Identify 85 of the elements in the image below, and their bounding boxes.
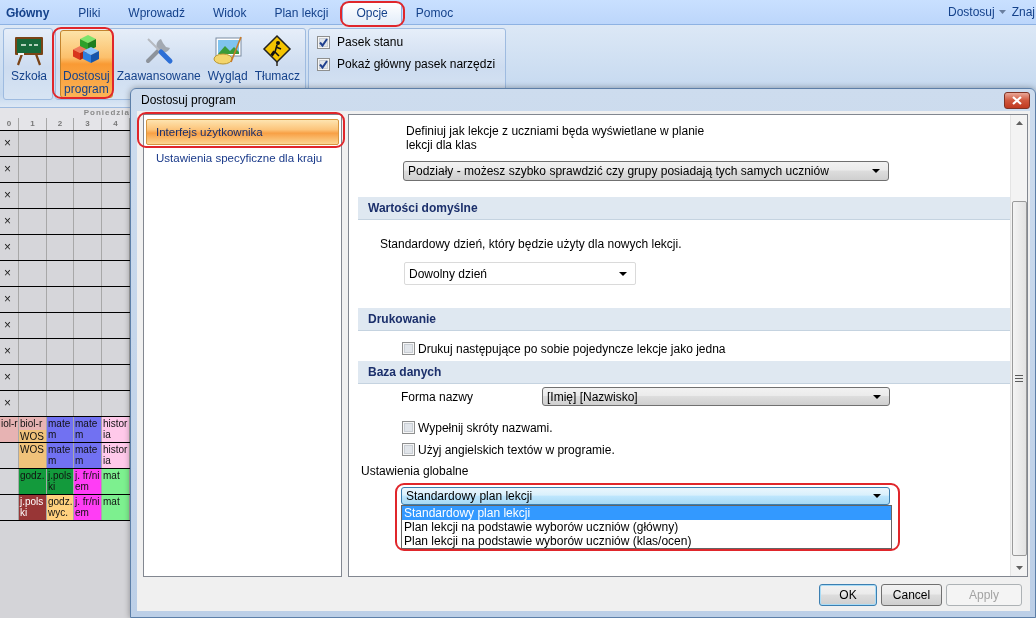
lesson-card[interactable]: j. fr/niem: [74, 495, 101, 520]
lesson-card[interactable]: j. fr/niem: [74, 469, 101, 494]
checkbox[interactable]: [317, 35, 331, 49]
ribbon-button[interactable]: Dostosuj program: [60, 30, 113, 98]
ribbon-tab[interactable]: Pomoc: [401, 2, 468, 24]
section-header: Baza danych: [358, 361, 1010, 384]
dropdown-option[interactable]: Plan lekcji na podstawie wyborów uczniów (klas/ocen): [402, 534, 891, 548]
lesson-card[interactable]: WOS: [19, 443, 46, 468]
close-icon: [1012, 95, 1022, 105]
column-header: 0: [0, 118, 19, 130]
cell-mark: ×: [3, 213, 12, 230]
lesson-card[interactable]: iol-r: [0, 417, 18, 442]
lesson-card[interactable]: historia: [102, 443, 129, 468]
cell-mark: ×: [3, 135, 12, 152]
column-header: 1: [19, 118, 47, 130]
cell-mark: ×: [3, 265, 12, 282]
cell-mark: ×: [3, 395, 12, 412]
customize-menu[interactable]: Dostosuj: [946, 5, 1007, 19]
section-header: Drukowanie: [358, 308, 1010, 331]
ribbon-button[interactable]: Szkoła: [8, 30, 51, 98]
lesson-card[interactable]: matem: [47, 443, 73, 468]
caret-icon: [873, 494, 881, 498]
cell-mark: ×: [3, 161, 12, 178]
dialog-title: Dostosuj program: [141, 93, 236, 107]
ribbon-tab[interactable]: Opcje: [342, 2, 402, 25]
ribbon-button[interactable]: Tłumacz: [251, 30, 304, 98]
description-text: Definiuj jak lekcje z uczniami będa wyświetlane w planie lekcji dla klas: [406, 124, 706, 152]
lesson-card[interactable]: matem: [74, 443, 101, 468]
day-header: Poniedzia: [0, 108, 130, 118]
lesson-card[interactable]: godz.: [19, 469, 46, 494]
nav-item[interactable]: Ustawienia specyficzne dla kraju: [146, 145, 339, 171]
checkbox-label: Pokaż główny pasek narzędzi: [337, 57, 496, 71]
cell-mark: ×: [3, 187, 12, 204]
scroll-thumb[interactable]: [1011, 201, 1027, 556]
checkbox[interactable]: [402, 342, 415, 355]
section-header: Wartości domyślne: [358, 197, 1010, 220]
lesson-card[interactable]: mat: [102, 469, 129, 494]
dialog-button[interactable]: Cancel: [881, 584, 942, 606]
warning-sign-icon: [261, 34, 294, 66]
column-header: 2: [47, 118, 74, 130]
ribbon-tab[interactable]: Wprowadź: [114, 2, 200, 24]
checkbox-label: Użyj angielskich textów w programie.: [418, 442, 615, 457]
nav-item[interactable]: Interfejs użytkownika: [146, 119, 339, 145]
dropdown-option[interactable]: Plan lekcji na podstawie wyborów uczniów (główny): [402, 520, 891, 534]
caret-icon: [872, 169, 880, 173]
dropdown[interactable]: Podziały - możesz szybko sprawdzić czy grupy posiadają tych samych uczniów: [403, 161, 889, 181]
help-link[interactable]: Znaj: [1010, 5, 1036, 19]
lesson-card[interactable]: historia: [102, 417, 129, 442]
lesson-card[interactable]: matem: [47, 417, 73, 442]
description-text: Standardowy dzień, który będzie użyty dla nowych lekcji.: [380, 237, 683, 251]
caret-icon: [619, 271, 627, 276]
dropdown[interactable]: Standardowy plan lekcji: [401, 487, 890, 505]
dropdown[interactable]: [Imię] [Nazwisko]: [542, 387, 890, 406]
lesson-card[interactable]: j.polski: [47, 469, 73, 494]
lesson-card[interactable]: mat: [102, 495, 129, 520]
checkbox[interactable]: [402, 421, 415, 434]
ribbon-tab[interactable]: Plan lekcji: [260, 2, 343, 24]
column-header: 3: [74, 118, 102, 130]
grip-icon: [1015, 375, 1023, 382]
close-button[interactable]: [1004, 91, 1030, 109]
lesson-card[interactable]: matem: [74, 417, 101, 442]
lesson-card[interactable]: biol-r: [19, 417, 46, 430]
checkbox[interactable]: [402, 443, 415, 456]
ribbon-tab[interactable]: Widok: [199, 2, 261, 24]
ribbon-tab[interactable]: Pliki: [64, 2, 115, 24]
group-label: Ustawienia globalne: [361, 464, 470, 478]
caret-icon: [998, 10, 1006, 14]
picture-palette-icon: [211, 34, 244, 66]
checkbox[interactable]: [317, 57, 331, 71]
checkbox-label: Drukuj następujące po sobie pojedyncze lekcje jako jedna: [418, 341, 726, 356]
field-label: Forma nazwy: [401, 389, 475, 404]
cell-mark: ×: [3, 343, 12, 360]
cell-mark: ×: [3, 291, 12, 308]
cell-mark: ×: [3, 317, 12, 334]
chalkboard-icon: [13, 34, 45, 66]
checkbox-label: Wypełnij skróty nazwami.: [418, 420, 553, 435]
dropdown[interactable]: Dowolny dzień: [404, 262, 636, 285]
checkbox-label: Pasek stanu: [337, 35, 404, 49]
cell-mark: ×: [3, 239, 12, 256]
lesson-card[interactable]: godz. wyc.: [47, 495, 73, 520]
dialog-button[interactable]: OK: [819, 584, 877, 606]
lesson-card[interactable]: j.polski: [19, 495, 46, 520]
caret-icon: [873, 394, 881, 399]
ribbon-tab[interactable]: Główny: [2, 2, 65, 24]
cell-mark: ×: [3, 369, 12, 386]
